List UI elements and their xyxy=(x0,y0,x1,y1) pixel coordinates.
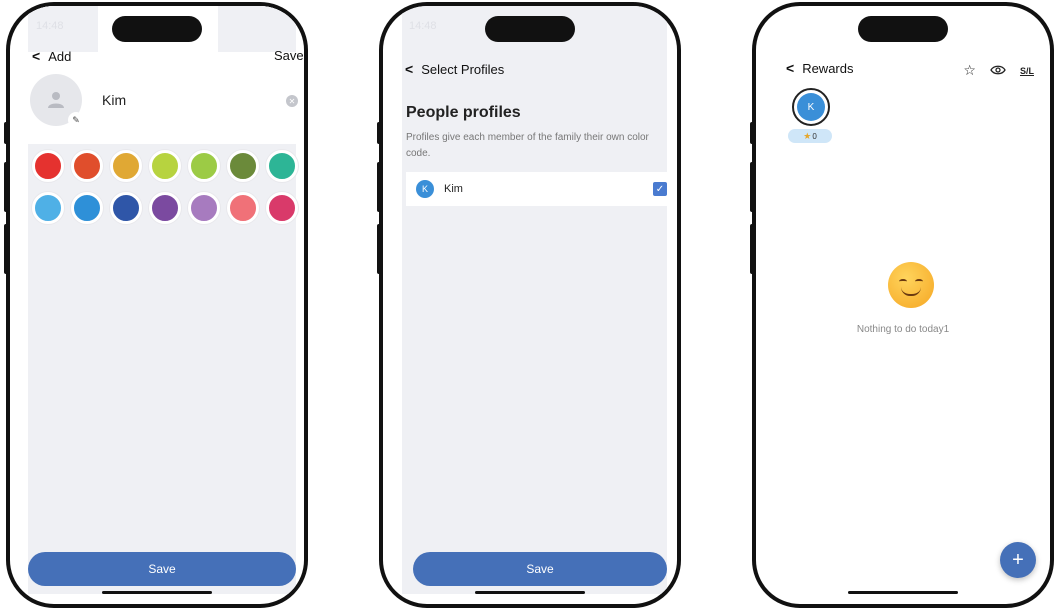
home-indicator xyxy=(475,591,585,594)
plus-icon: + xyxy=(1012,548,1024,571)
side-button xyxy=(377,224,381,274)
side-button xyxy=(750,122,754,144)
color-row-2 xyxy=(32,192,298,224)
side-button xyxy=(750,224,754,274)
save-label: Save xyxy=(148,562,176,576)
star-outline-icon[interactable]: ☆ xyxy=(963,62,976,79)
side-button xyxy=(4,162,8,212)
home-indicator xyxy=(102,591,212,594)
profile-initial-badge: K xyxy=(416,180,434,198)
chevron-left-icon: < xyxy=(786,60,795,76)
sl-button[interactable]: S/L xyxy=(1020,66,1034,76)
avatar-initial: K xyxy=(797,93,825,121)
smiley-mouth xyxy=(901,287,921,296)
phone-select-profiles: 14:48 < Select Profiles People profiles … xyxy=(379,2,681,608)
chevron-left-icon: < xyxy=(32,48,41,64)
avatar[interactable]: ✎ xyxy=(30,74,84,128)
color-swatch[interactable] xyxy=(32,192,64,224)
color-swatch[interactable] xyxy=(227,150,259,182)
color-swatch[interactable] xyxy=(110,150,142,182)
smiley-icon xyxy=(888,262,934,308)
color-swatch[interactable] xyxy=(149,192,181,224)
color-swatch[interactable] xyxy=(266,150,298,182)
phone-rewards: < Rewards ☆ S/L K ★ 0 Nothing to do toda… xyxy=(752,2,1054,608)
color-row-1 xyxy=(32,150,298,182)
clear-icon[interactable]: ✕ xyxy=(286,95,298,107)
color-swatch[interactable] xyxy=(266,192,298,224)
side-button xyxy=(4,122,8,144)
dynamic-island xyxy=(485,16,575,42)
save-top-button[interactable]: Save xyxy=(274,48,304,63)
side-button xyxy=(377,122,381,144)
nav-title: Select Profiles xyxy=(421,61,505,77)
star-icon: ★ xyxy=(803,130,812,141)
save-button[interactable]: Save xyxy=(413,552,667,586)
section-title: People profiles xyxy=(406,104,521,121)
status-time: 14:48 xyxy=(36,20,64,32)
checkbox[interactable]: ✓ xyxy=(653,182,667,196)
profile-name: Kim xyxy=(444,183,463,195)
smiley-eye xyxy=(915,279,923,284)
empty-state-text: Nothing to do today1 xyxy=(856,324,950,335)
side-button xyxy=(750,162,754,212)
color-swatch[interactable] xyxy=(110,192,142,224)
status-time: 14:48 xyxy=(409,20,437,32)
color-swatch[interactable] xyxy=(227,192,259,224)
back-button[interactable]: < Add xyxy=(32,48,71,64)
smiley-eye xyxy=(899,279,907,284)
header-actions: ☆ S/L xyxy=(963,62,1034,79)
profile-row-kim[interactable]: K Kim ✓ xyxy=(406,172,667,206)
side-button xyxy=(377,162,381,212)
nav-title: Rewards xyxy=(802,60,854,76)
save-top-label: Save xyxy=(274,48,304,63)
name-field[interactable]: Kim xyxy=(102,92,126,108)
nav-title: Add xyxy=(48,48,72,64)
back-button[interactable]: < Select Profiles xyxy=(405,61,504,77)
points-value: 0 xyxy=(812,131,817,141)
color-swatch[interactable] xyxy=(71,192,103,224)
eye-icon[interactable] xyxy=(990,63,1006,79)
back-button[interactable]: < Rewards xyxy=(786,60,853,76)
points-badge: ★ 0 xyxy=(788,129,832,143)
phone-add-profile: 14:48 < Add Save ✎ Kim ✕ Save xyxy=(6,2,308,608)
profile-avatar[interactable]: K xyxy=(792,88,830,126)
color-swatch[interactable] xyxy=(32,150,64,182)
dynamic-island xyxy=(858,16,948,42)
save-button[interactable]: Save xyxy=(28,552,296,586)
color-swatch[interactable] xyxy=(188,192,220,224)
save-label: Save xyxy=(526,562,554,576)
color-swatch[interactable] xyxy=(149,150,181,182)
section-description: Profiles give each member of the family … xyxy=(406,132,649,159)
select-profiles-screen xyxy=(402,6,667,594)
color-swatch[interactable] xyxy=(71,150,103,182)
color-swatch[interactable] xyxy=(188,150,220,182)
side-button xyxy=(4,224,8,274)
chevron-left-icon: < xyxy=(405,61,414,77)
home-indicator xyxy=(848,591,958,594)
pencil-icon[interactable]: ✎ xyxy=(68,112,84,128)
dynamic-island xyxy=(112,16,202,42)
person-icon xyxy=(48,92,64,108)
add-button[interactable]: + xyxy=(1000,542,1036,578)
status-bar-right xyxy=(218,6,296,52)
